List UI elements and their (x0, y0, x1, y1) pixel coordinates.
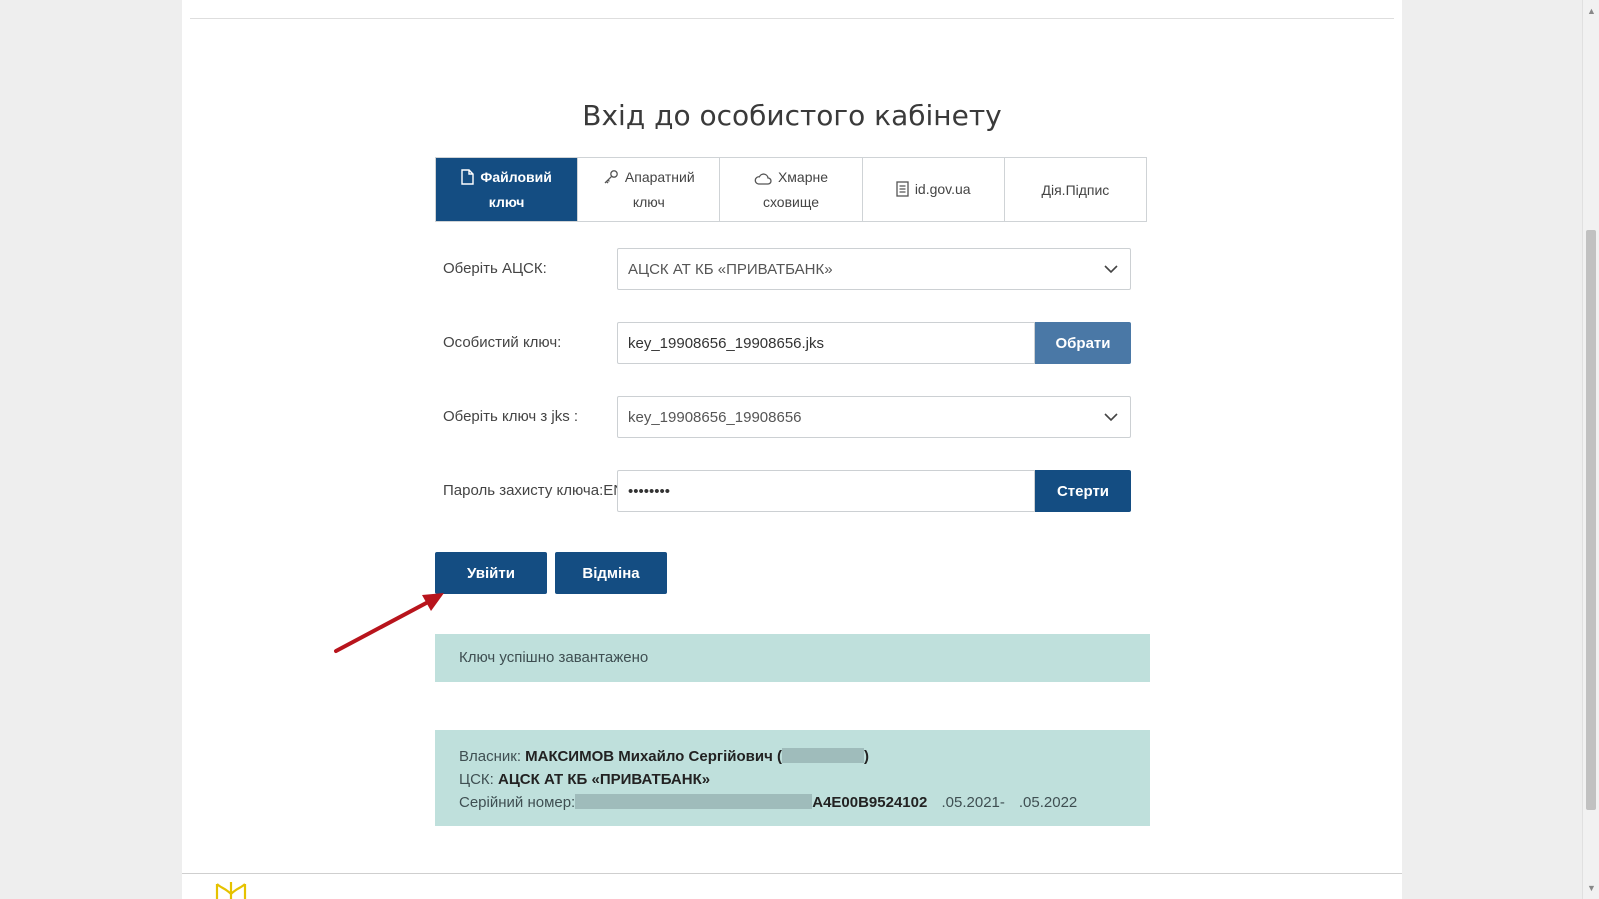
tab-id-gov-ua[interactable]: id.gov.ua (861, 158, 1004, 221)
private-key-row: Особистий ключ: Обрати (435, 322, 1135, 364)
cancel-button[interactable]: Відміна (555, 552, 667, 594)
acsk-select[interactable]: АЦСК АТ КБ «ПРИВАТБАНК» (617, 248, 1131, 290)
serial-line: Серійний номер: A4E00B9524102 .05.2021- .0… (459, 794, 1078, 811)
vertical-scrollbar[interactable]: ▲ ▼ (1582, 0, 1599, 899)
redacted-block (575, 794, 813, 809)
redacted-block (781, 748, 864, 763)
choose-file-button[interactable]: Обрати (1035, 322, 1131, 364)
trident-logo (214, 882, 248, 899)
document-icon (896, 178, 909, 202)
tab-diia-signature[interactable]: Дія.Підпис (1003, 158, 1146, 221)
annotation-arrow (334, 593, 444, 653)
main-panel: Вхід до особистого кабінету Файловий клю… (182, 0, 1402, 899)
jks-key-label: Оберіть ключ з jks : (443, 408, 579, 425)
owner-line: Власник: МАКСИМОВ Михайло Сергійович () (459, 748, 869, 765)
acsk-label: Оберіть АЦСК: (443, 260, 547, 277)
owner-name: МАКСИМОВ Михайло Сергійович ( (525, 748, 782, 765)
password-label: Пароль захисту ключа:EN (443, 482, 625, 499)
scroll-up-arrow-icon[interactable]: ▲ (1587, 6, 1596, 16)
key-password-input[interactable] (617, 470, 1035, 512)
footer-divider (182, 873, 1402, 874)
csk-line: ЦСК: АЦСК АТ КБ «ПРИВАТБАНК» (459, 771, 711, 788)
tab-label: Файловий (480, 168, 552, 185)
file-icon (461, 166, 475, 190)
scrollbar-thumb[interactable] (1586, 230, 1596, 810)
chevron-down-icon (1102, 408, 1120, 431)
header-divider (190, 18, 1394, 19)
serial-number: A4E00B9524102 (812, 794, 928, 811)
erase-password-button[interactable]: Стерти (1035, 470, 1131, 512)
jks-key-select[interactable]: key_19908656_19908656 (617, 396, 1131, 438)
tab-label: ключ (488, 194, 525, 211)
valid-to: .05.2022 (1018, 794, 1078, 811)
chevron-down-icon (1102, 260, 1120, 283)
tab-cloud-storage[interactable]: Хмарне сховище (719, 158, 861, 221)
tab-label: Хмарне (777, 168, 829, 185)
jks-key-selected-value: key_19908656_19908656 (628, 409, 802, 426)
scroll-down-arrow-icon[interactable]: ▼ (1587, 883, 1596, 893)
key-icon (603, 166, 619, 190)
private-key-label: Особистий ключ: (443, 334, 562, 351)
valid-from: .05.2021- (941, 794, 1005, 811)
csk-value: АЦСК АТ КБ «ПРИВАТБАНК» (498, 771, 711, 788)
password-row: Пароль захисту ключа:EN Стерти (435, 470, 1135, 512)
private-key-file-input[interactable] (617, 322, 1035, 364)
tab-label: Дія.Підпис (1041, 181, 1110, 198)
tab-file-key[interactable]: Файловий ключ (436, 158, 578, 221)
page-title: Вхід до особистого кабінету (582, 98, 1002, 132)
tab-hardware-key[interactable]: Апаратний ключ (577, 158, 719, 221)
login-method-tabs: Файловий ключ Апаратний ключ Хмарне схов… (435, 157, 1147, 222)
acsk-row: Оберіть АЦСК: АЦСК АТ КБ «ПРИВАТБАНК» (435, 248, 1135, 290)
tab-label: id.gov.ua (914, 180, 971, 197)
tab-label: сховище (762, 194, 820, 211)
acsk-selected-value: АЦСК АТ КБ «ПРИВАТБАНК» (628, 261, 833, 278)
cloud-icon (754, 166, 772, 190)
tab-label: ключ (632, 194, 665, 211)
key-loaded-alert: Ключ успішно завантажено (435, 634, 1150, 682)
tab-label: Апаратний (624, 168, 695, 185)
jks-key-row: Оберіть ключ з jks : key_19908656_199086… (435, 396, 1135, 438)
certificate-info: Власник: МАКСИМОВ Михайло Сергійович () … (435, 730, 1150, 826)
